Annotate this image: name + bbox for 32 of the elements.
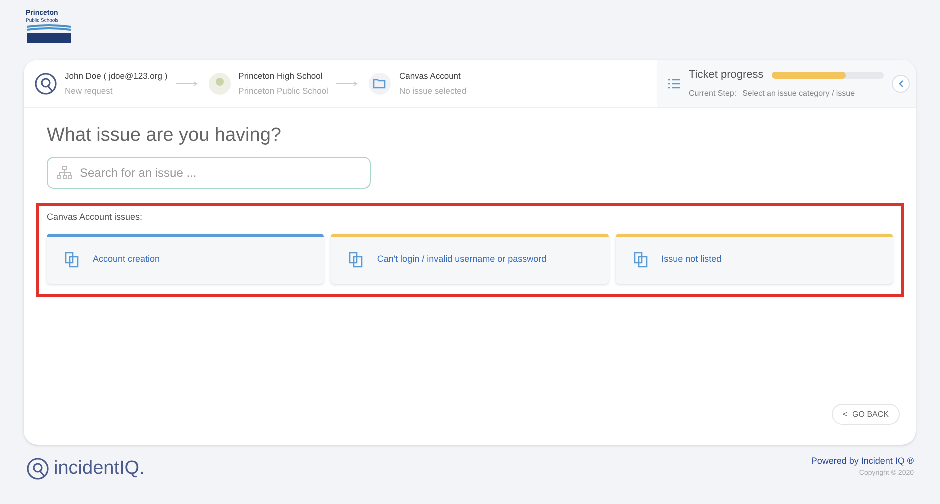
section-label: Canvas Account issues: xyxy=(47,211,144,224)
brand-logo-icon xyxy=(34,72,58,96)
issue-card[interactable]: Account creation xyxy=(47,234,324,284)
crumb-subtitle: No issue selected xyxy=(399,84,467,98)
hierarchy-icon xyxy=(57,166,73,180)
step-label: Current Step: xyxy=(689,88,737,100)
brand-logo-icon xyxy=(26,457,50,482)
school-emblem-icon xyxy=(208,72,232,96)
folder-icon xyxy=(368,72,392,96)
crumb-title: Canvas Account xyxy=(399,70,462,82)
crumb-title: John Doe ( jdoe@123.org ) xyxy=(65,70,168,82)
issue-card[interactable]: Issue not listed xyxy=(616,234,893,284)
page-heading: What issue are you having? xyxy=(47,124,282,148)
crumb-title: Princeton High School xyxy=(238,70,324,82)
crumb-subtitle: Princeton Public School xyxy=(238,84,328,98)
checklist-icon xyxy=(667,78,681,90)
crumb-subtitle: New request xyxy=(65,84,114,98)
brand-name: incidentIQ. xyxy=(54,457,145,481)
powered-by-link[interactable]: Powered by Incident IQ ® xyxy=(811,455,914,468)
collapse-button[interactable] xyxy=(892,74,910,92)
copy-icon xyxy=(65,252,79,268)
progress-title: Ticket progress xyxy=(689,68,764,84)
issue-card[interactable]: Can't login / invalid username or password xyxy=(331,234,609,284)
book-icon xyxy=(26,24,72,44)
chevron-left-icon xyxy=(898,80,904,88)
copy-icon xyxy=(349,252,364,268)
go-back-button[interactable]: < GO BACK xyxy=(832,404,900,425)
copy-icon xyxy=(634,252,648,268)
step-text: Select an issue category / issue xyxy=(742,88,856,100)
arrow-icon xyxy=(336,80,360,86)
arrow-icon xyxy=(176,80,200,86)
search-field[interactable]: Search for an issue ... xyxy=(47,157,371,189)
